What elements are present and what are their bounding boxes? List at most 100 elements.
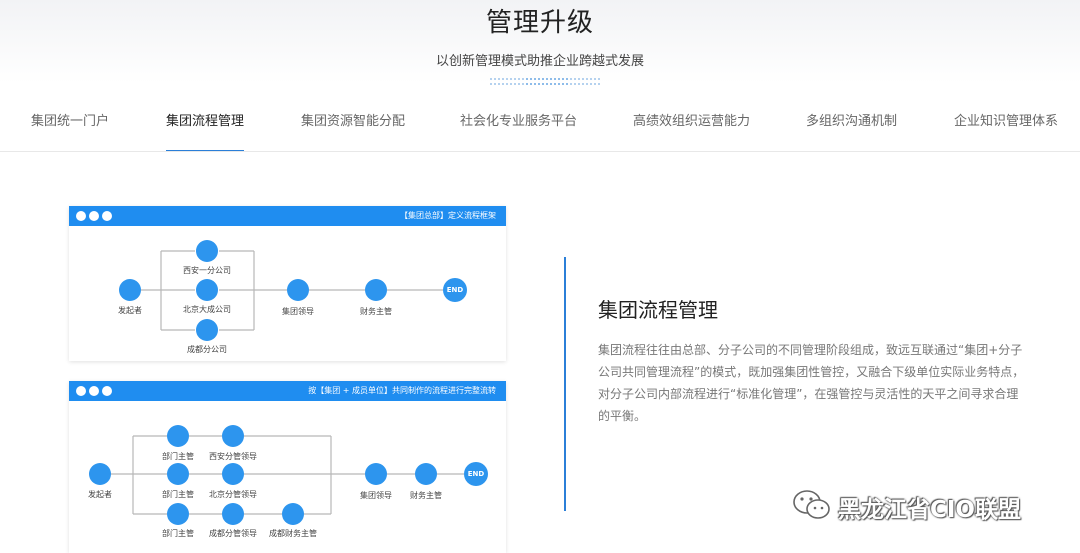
node-label: 发起者 <box>88 490 112 499</box>
user-icon <box>222 503 244 525</box>
dot <box>598 83 600 85</box>
dot <box>526 78 528 80</box>
window-dot-icon <box>76 386 86 396</box>
diagram-title: 【集团总部】定义流程框架 <box>400 211 496 220</box>
dot <box>558 83 560 85</box>
node-label: 财务主管 <box>360 307 392 316</box>
dot <box>498 78 500 80</box>
window-dot-icon <box>89 211 99 221</box>
tab-social-service[interactable]: 社会化专业服务平台 <box>460 104 577 152</box>
dot <box>550 83 552 85</box>
page-title: 管理升级 <box>485 8 594 38</box>
dot <box>518 78 520 80</box>
dot <box>490 83 492 85</box>
dot <box>546 83 548 85</box>
decorative-dots <box>490 78 600 87</box>
watermark: 黑龙江省CIO联盟 <box>792 487 1021 523</box>
dot <box>490 78 492 80</box>
dot <box>586 78 588 80</box>
dot <box>590 83 592 85</box>
tab-org-operation[interactable]: 高绩效组织运营能力 <box>633 104 750 152</box>
tab-group-process[interactable]: 集团流程管理 <box>166 104 245 152</box>
window-dot-icon <box>102 211 112 221</box>
dot <box>514 78 516 80</box>
node-label: 集团领导 <box>282 307 314 316</box>
dot <box>526 83 528 85</box>
section-title: 集团流程管理 <box>598 298 718 322</box>
dot <box>534 83 536 85</box>
building-icon <box>196 240 218 262</box>
dot <box>542 78 544 80</box>
dot <box>506 83 508 85</box>
process-diagram-2: 按【集团 + 成员单位】共同制作的流程进行完整流转 发起者 部门主管 西安分管领… <box>69 381 506 553</box>
window-dot-icon <box>102 386 112 396</box>
user-icon <box>167 463 189 485</box>
dot <box>562 78 564 80</box>
dot <box>582 78 584 80</box>
dot <box>570 78 572 80</box>
dot <box>522 78 524 80</box>
dot <box>574 78 576 80</box>
dot <box>590 78 592 80</box>
user-icon <box>222 463 244 485</box>
dot <box>494 78 496 80</box>
user-icon <box>365 279 387 301</box>
page-subtitle: 以创新管理模式助推企业跨越式发展 <box>435 54 644 69</box>
dot <box>514 83 516 85</box>
dot <box>542 83 544 85</box>
dot <box>578 83 580 85</box>
dot <box>586 83 588 85</box>
dot <box>594 78 596 80</box>
building-icon <box>196 319 218 341</box>
end-node: END <box>443 278 467 302</box>
building-icon <box>196 279 218 301</box>
tab-group-portal[interactable]: 集团统一门户 <box>31 104 109 152</box>
dot <box>554 83 556 85</box>
dot <box>518 83 520 85</box>
node-label: 成都分公司 <box>187 345 227 354</box>
window-dot-icon <box>76 211 86 221</box>
node-label: 发起者 <box>118 306 142 315</box>
dot <box>570 83 572 85</box>
dot <box>498 83 500 85</box>
dot <box>502 78 504 80</box>
window-dot-icon <box>89 386 99 396</box>
user-icon <box>222 425 244 447</box>
dot <box>554 78 556 80</box>
node-label: 成都财务主管 <box>269 529 317 538</box>
user-icon <box>282 503 304 525</box>
user-icon <box>89 463 111 485</box>
user-icon <box>167 503 189 525</box>
dot <box>538 83 540 85</box>
user-icon <box>365 463 387 485</box>
dot <box>502 83 504 85</box>
tab-knowledge[interactable]: 企业知识管理体系 <box>954 104 1058 152</box>
dot <box>494 83 496 85</box>
user-icon <box>119 279 141 301</box>
dot <box>558 78 560 80</box>
node-label: 北京分管领导 <box>209 490 257 499</box>
dot <box>566 83 568 85</box>
tab-resource-allocation[interactable]: 集团资源智能分配 <box>301 104 405 152</box>
window-bar: 【集团总部】定义流程框架 <box>69 206 506 226</box>
dot <box>546 78 548 80</box>
dot <box>510 83 512 85</box>
dot <box>574 83 576 85</box>
dot <box>530 83 532 85</box>
node-label: 西安分管领导 <box>209 452 257 461</box>
node-label: 财务主管 <box>410 491 442 500</box>
dot <box>598 78 600 80</box>
wechat-icon <box>793 490 830 519</box>
dot <box>530 78 532 80</box>
dot <box>578 78 580 80</box>
dot <box>510 78 512 80</box>
user-icon <box>415 463 437 485</box>
node-label: 西安一分公司 <box>183 266 231 275</box>
dot <box>550 78 552 80</box>
dot <box>538 78 540 80</box>
dot <box>534 78 536 80</box>
dot <box>594 83 596 85</box>
section-description: 集团流程往往由总部、分子公司的不同管理阶段组成，致远互联通过“集团+分子公司共同… <box>598 343 1025 423</box>
dot <box>506 78 508 80</box>
tab-communication[interactable]: 多组织沟通机制 <box>806 104 897 152</box>
